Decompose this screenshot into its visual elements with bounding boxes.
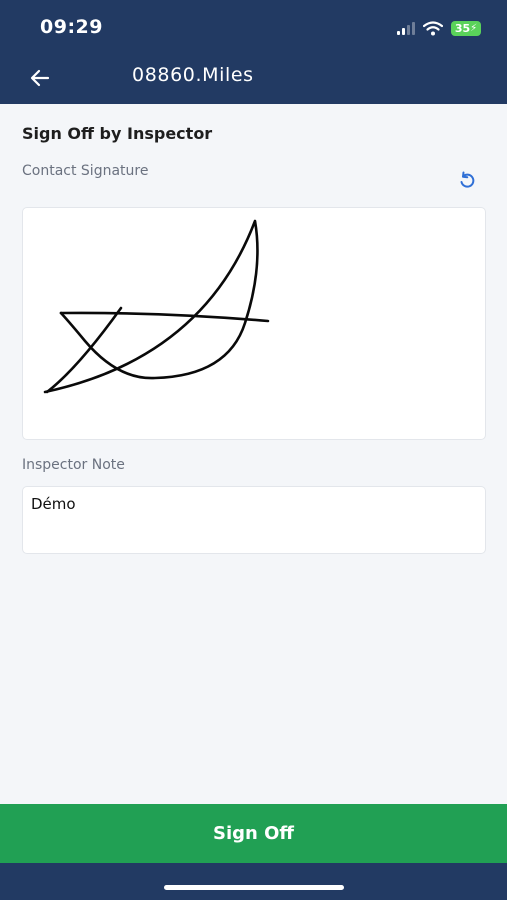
arrow-left-icon [30,69,50,87]
battery-charging-icon: 35 ⚡ [451,20,481,36]
signature-drawing [43,219,270,394]
wifi-icon [423,20,443,35]
app-header: 09:29 35 ⚡ 08860.Miles [0,0,507,104]
signature-pad[interactable] [22,207,486,440]
section-title: Sign Off by Inspector [22,124,213,143]
back-button[interactable] [26,64,54,92]
home-indicator[interactable] [164,885,344,890]
status-time: 09:29 [40,16,103,38]
signature-label: Contact Signature [22,163,149,179]
signal-icon [397,21,415,35]
status-icons: 35 ⚡ [397,18,481,38]
sign-off-button[interactable]: Sign Off [0,804,507,863]
reset-signature-button[interactable] [454,168,480,194]
inspector-note-field[interactable]: Démo [22,486,486,554]
undo-icon [460,171,475,188]
battery-level: 35 [454,21,471,35]
bottom-bar [0,863,507,900]
page-title: 08860.Miles [132,64,254,86]
note-label: Inspector Note [22,457,125,473]
